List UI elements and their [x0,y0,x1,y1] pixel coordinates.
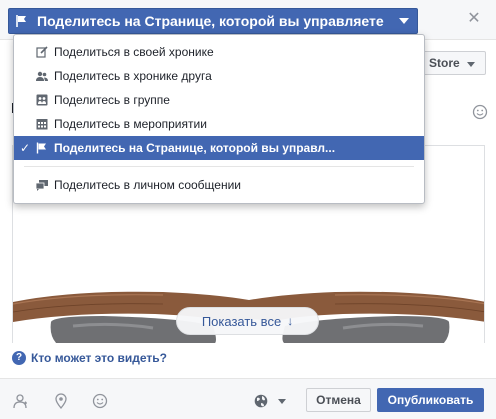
emoji-icon[interactable] [472,104,488,120]
help-icon: ? [12,351,26,365]
menu-item-label: Поделитесь в мероприятии [54,117,207,131]
checkmark-icon: ✓ [20,141,31,155]
flag-icon [16,15,26,27]
feeling-emoji-icon[interactable] [92,393,108,409]
menu-item-private-message[interactable]: Поделитесь в личном сообщении [14,173,424,197]
flag-icon [36,142,46,154]
menu-item-label: Поделитесь в группе [54,93,170,107]
menu-item-label: Поделиться в своей хронике [54,45,214,59]
menu-item-managed-page[interactable]: ✓ Поделитесь на Странице, которой вы упр… [14,136,424,160]
chevron-down-icon [399,18,409,24]
globe-icon [254,394,268,408]
privacy-selector[interactable] [254,393,290,409]
close-icon[interactable]: ✕ [466,11,482,27]
calendar-icon [36,119,48,130]
share-target-menu: Поделиться в своей хронике Поделитесь в … [13,34,425,204]
location-pin-icon[interactable] [53,393,69,409]
store-button[interactable]: Store [418,51,486,75]
arrow-down-icon: ↓ [287,314,294,328]
tag-people-icon[interactable] [12,393,28,409]
menu-item-group[interactable]: Поделитесь в группе [14,88,424,112]
chevron-down-icon [467,62,475,67]
menu-item-event[interactable]: Поделитесь в мероприятии [14,112,424,136]
show-all-button[interactable]: Показать все ↓ [176,307,319,335]
share-target-dropdown[interactable]: Поделитесь на Странице, которой вы управ… [8,8,418,34]
group-icon [36,94,48,106]
who-can-see-link[interactable]: Кто может это видеть? [31,351,167,365]
cancel-button[interactable]: Отмена [306,388,371,412]
messages-icon [36,180,48,191]
store-label: Store [429,56,460,70]
audience-help-row[interactable]: ? Кто может это видеть? [12,351,167,365]
show-all-label: Показать все [201,313,282,329]
pencil-icon [36,46,48,58]
menu-divider [24,166,414,167]
publish-button[interactable]: Опубликовать [377,388,484,412]
share-target-label: Поделитесь на Странице, которой вы управ… [37,13,384,29]
composer-footer: Отмена Опубликовать [0,378,496,419]
chevron-down-icon [278,398,286,404]
friends-icon [36,71,48,81]
menu-item-label: Поделитесь в хронике друга [54,69,212,83]
menu-item-friend-timeline[interactable]: Поделитесь в хронике друга [14,64,424,88]
menu-item-own-timeline[interactable]: Поделиться в своей хронике [14,40,424,64]
menu-item-label: Поделитесь на Странице, которой вы управ… [54,141,336,155]
menu-item-label: Поделитесь в личном сообщении [54,178,241,192]
